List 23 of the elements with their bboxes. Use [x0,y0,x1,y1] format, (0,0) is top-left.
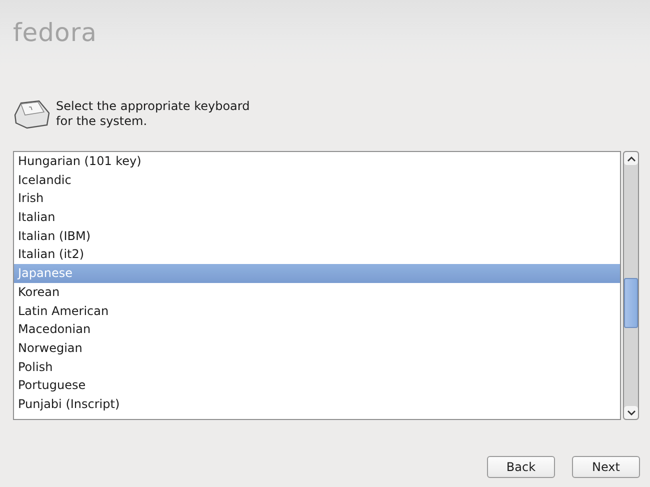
back-button[interactable]: Back [487,456,555,478]
keyboard-item[interactable]: Icelandic [14,170,620,190]
next-button[interactable]: Next [572,456,640,478]
keyboard-item[interactable]: Portuguese [14,376,620,395]
scroll-thumb[interactable] [624,278,638,328]
keyboard-list[interactable]: Hungarian (101 key) Icelandic Irish Italian Italian (IBM) Italian (it2) Japanese Korean Latin American Macedonian Norwegian Polish Portuguese Punjabi (Inscript) [13,151,621,420]
instruction-text: Select the appropriate keyboard for the system. [56,99,251,129]
keyboard-item[interactable]: Macedonian [14,320,620,339]
keyboard-item[interactable]: Korean [14,282,620,302]
keyboard-key-icon [13,99,51,129]
keyboard-item[interactable]: Hungarian (101 key) [14,152,620,171]
fedora-logo: fedora [13,18,97,46]
keyboard-item[interactable]: Latin American [14,302,620,320]
scroll-down-icon[interactable] [624,406,638,419]
keyboard-item[interactable]: Italian (IBM) [14,226,620,246]
keyboard-item[interactable]: Italian [14,208,620,227]
scroll-up-icon[interactable] [624,152,638,165]
keyboard-item[interactable]: Norwegian [14,338,620,358]
keyboard-item[interactable]: Punjabi (Inscript) [14,394,620,414]
scrollbar[interactable] [623,151,639,420]
keyboard-item[interactable]: Polish [14,358,620,376]
keyboard-item[interactable]: Irish [14,189,620,208]
keyboard-item[interactable]: Italian (it2) [14,245,620,264]
